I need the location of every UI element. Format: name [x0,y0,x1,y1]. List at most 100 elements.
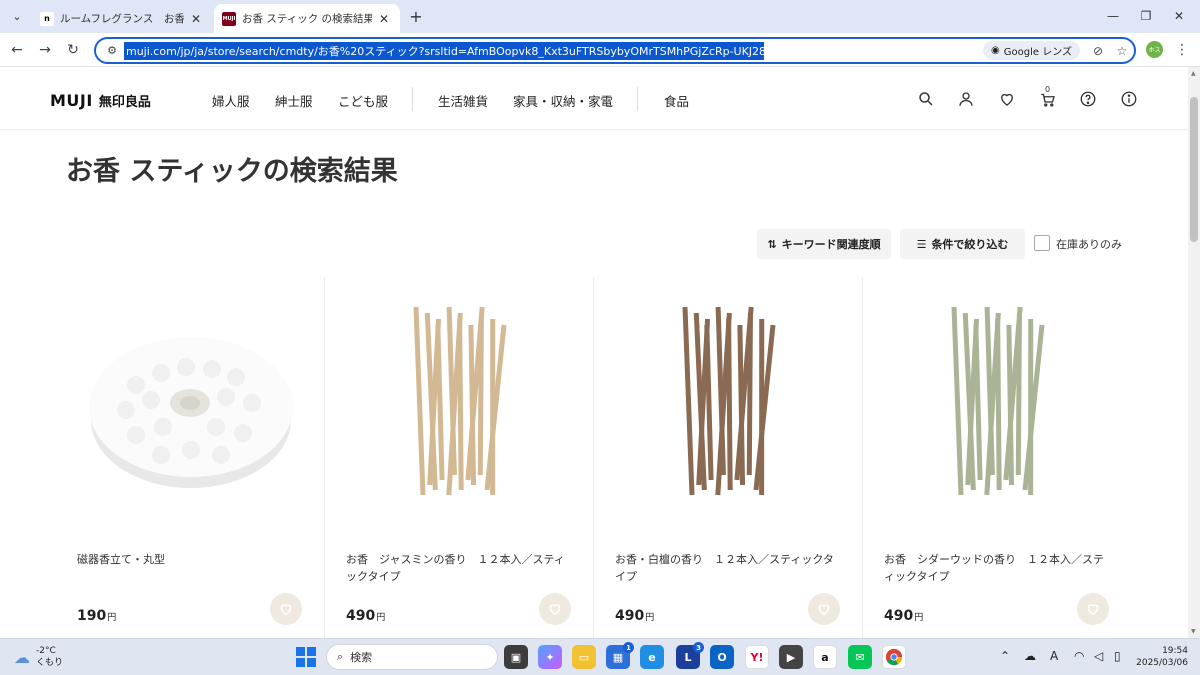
restore-icon: ❐ [1140,9,1152,23]
menu-icon[interactable]: ⋮ [1172,39,1192,61]
weather-condition: くもり [36,658,64,668]
site-settings-icon[interactable]: ⚙ [100,44,124,57]
product-card[interactable]: お香 シダーウッドの香り １２本入／スティックタイプ 490円 [863,277,1131,638]
windows-logo-icon [307,658,316,667]
sort-icon: ⇅ [767,237,777,251]
heart-icon [280,604,292,616]
nav-womens[interactable]: 婦人服 [212,91,250,110]
battery-icon[interactable]: ▯ [1114,649,1121,663]
close-icon[interactable]: ✕ [188,12,204,26]
product-price: 490円 [346,608,385,624]
product-name[interactable]: お香 シダーウッドの香り １２本入／スティックタイプ [884,551,1112,585]
user-icon[interactable] [955,88,977,110]
green-sticks-image[interactable] [873,285,1123,525]
product-price: 190円 [77,608,116,624]
address-bar[interactable]: ⚙ muji.com/jp/ja/store/search/cmdty/お香%2… [94,37,1136,64]
nav-mens[interactable]: 紳士服 [275,91,313,110]
in-stock-checkbox[interactable] [1034,235,1050,251]
weather-widget[interactable]: ☁ -2°C くもり [14,645,63,669]
nav-furniture[interactable]: 家具・収納・家電 [513,91,613,110]
tab-muji-search[interactable]: MUJI お香 スティック の検索結果 | 無印 ✕ [214,4,400,33]
l-app-icon[interactable]: L3 [676,642,704,669]
line-icon[interactable]: ✉ [848,645,872,669]
product-name[interactable]: お香・白檀の香り １２本入／スティックタイプ [615,551,843,585]
taskbar-search[interactable]: ⌕ 検索 [326,644,498,670]
incense-stick [413,306,426,496]
currency: 円 [645,613,655,623]
product-card[interactable]: お香 ジャスミンの香り １２本入／スティックタイプ 490円 [325,277,593,638]
google-lens-button[interactable]: ◉ Google レンズ [983,41,1080,60]
nav-household[interactable]: 生活雑貨 [438,91,488,110]
brown-sticks-image[interactable] [604,285,854,525]
filter-button[interactable]: ☰ 条件で絞り込む [900,229,1025,259]
onedrive-icon[interactable]: ☁ [1024,649,1036,663]
volume-icon[interactable]: ◁ [1094,649,1103,663]
system-clock[interactable]: 19:54 2025/03/06 [1136,645,1188,669]
close-window-button[interactable]: ✕ [1164,6,1194,26]
nav-food[interactable]: 食品 [664,91,689,110]
scrollbar-thumb[interactable] [1190,97,1198,242]
new-tab-button[interactable]: + [406,6,426,26]
windows-taskbar: ☁ -2°C くもり ⌕ 検索 ▣ ✦ ▭ ▦ 1 e L3 O Y! ▶ a ✉… [0,638,1200,675]
star-icon[interactable]: ☆ [1110,44,1134,58]
media-player-icon[interactable]: ▶ [779,645,803,669]
scroll-down-icon[interactable]: ▼ [1191,628,1196,635]
tab-note-article[interactable]: n ルームフレグランス お香編｜記事 ✕ [32,4,212,33]
url-text[interactable]: muji.com/jp/ja/store/search/cmdty/お香%20ス… [124,41,764,60]
close-icon[interactable]: ✕ [376,12,392,26]
currency: 円 [107,613,117,623]
favorite-button[interactable] [270,593,302,625]
forward-button[interactable]: → [34,39,56,61]
wifi-icon[interactable]: ◠ [1074,649,1084,663]
chrome-icon[interactable] [882,645,906,669]
product-card[interactable]: お香・白檀の香り １２本入／スティックタイプ 490円 [594,277,862,638]
product-name[interactable]: お香 ジャスミンの香り １２本入／スティックタイプ [346,551,574,585]
cloud-icon: ☁ [14,647,30,667]
info-icon[interactable] [1118,88,1140,110]
file-explorer-icon[interactable]: ▭ [572,645,596,669]
ime-indicator[interactable]: A [1050,649,1058,663]
favorite-button[interactable] [1077,593,1109,625]
scroll-up-icon[interactable]: ▲ [1191,70,1196,77]
muji-logo[interactable]: MUJI 無印良品 [50,91,151,110]
page-scrollbar[interactable]: ▲ ▼ [1188,67,1200,638]
clock-time: 19:54 [1162,646,1188,656]
yahoo-icon[interactable]: Y! [745,645,769,669]
favorite-button[interactable] [539,593,571,625]
outlook-icon[interactable]: O [710,645,734,669]
currency: 円 [376,613,386,623]
white-ceramic-holder-image[interactable] [66,285,316,525]
store-icon[interactable]: ▦ 1 [606,642,634,669]
heart-icon[interactable] [996,88,1018,110]
product-card[interactable]: 磁器香立て・丸型 190円 [56,277,324,638]
incense-stick [753,324,776,491]
in-stock-label[interactable]: 在庫ありのみ [1056,236,1122,252]
taskbar-search-placeholder: 検索 [350,651,373,664]
search-icon[interactable] [915,88,937,110]
help-icon[interactable] [1077,88,1099,110]
product-price: 490円 [884,608,923,624]
reload-button[interactable]: ↻ [62,39,84,61]
nav-kids[interactable]: こども服 [338,91,388,110]
amazon-icon[interactable]: a [813,645,837,669]
back-button[interactable]: ← [6,39,28,61]
weather-text: -2°C くもり [36,645,63,669]
tray-chevron-icon[interactable]: ⌃ [1000,649,1010,663]
beige-sticks-image[interactable] [335,285,585,525]
temperature: -2°C [36,646,56,656]
favorite-button[interactable] [808,593,840,625]
product-name[interactable]: 磁器香立て・丸型 [77,551,305,568]
task-view-icon[interactable]: ▣ [504,645,528,669]
start-button[interactable] [296,647,316,667]
sort-button[interactable]: ⇅ キーワード関連度順 [757,229,891,259]
profile-avatar[interactable]: ホス [1146,41,1163,58]
incense-stick [746,312,753,476]
cart-icon[interactable]: 0 [1037,85,1059,110]
tab-search-button[interactable]: ⌄ [6,6,28,26]
minimize-button[interactable]: — [1098,6,1128,26]
edge-icon[interactable]: e [640,645,664,669]
eye-off-icon[interactable]: ⊘ [1086,44,1110,58]
copilot-icon[interactable]: ✦ [538,645,562,669]
incense-stick [682,306,695,496]
restore-button[interactable]: ❐ [1131,6,1161,26]
